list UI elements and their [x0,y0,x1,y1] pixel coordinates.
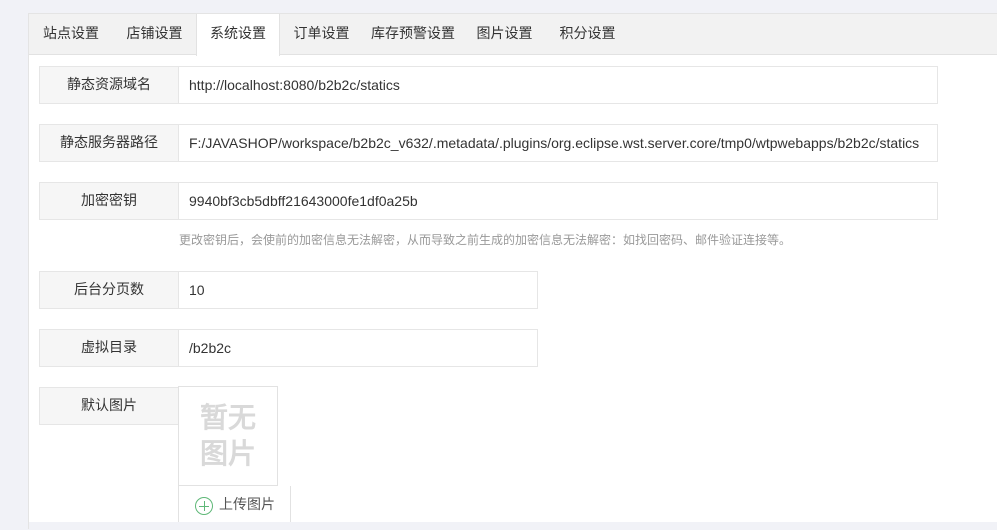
page-size-label: 后台分页数 [39,271,179,309]
default-image-row: 默认图片 [39,387,179,425]
virtual-dir-input[interactable] [178,329,538,367]
tab-points-settings[interactable]: 积分设置 [546,14,629,55]
placeholder-text-line-2: 图片 [200,437,256,470]
default-image-label: 默认图片 [39,387,179,425]
tab-shop-settings[interactable]: 店铺设置 [113,14,196,55]
secret-key-label: 加密密钥 [39,182,179,220]
static-domain-label: 静态资源域名 [39,66,179,104]
secret-key-input[interactable] [178,182,938,220]
static-path-input[interactable] [178,124,938,162]
secret-key-hint: 更改密钥后，会使前的加密信息无法解密，从而导致之前生成的加密信息无法解密：如找回… [179,233,792,247]
static-domain-input[interactable] [178,66,938,104]
page-size-row: 后台分页数 [39,271,539,309]
tab-image-settings[interactable]: 图片设置 [463,14,546,55]
upload-image-label: 上传图片 [219,497,275,513]
virtual-dir-row: 虚拟目录 [39,329,539,367]
static-domain-row: 静态资源域名 [39,66,939,104]
default-image-preview: 暂无 图片 [178,386,278,486]
tab-site-settings[interactable]: 站点设置 [29,14,113,55]
secret-key-row: 加密密钥 [39,182,939,220]
tab-order-settings[interactable]: 订单设置 [280,14,363,55]
tab-stock-warning-settings[interactable]: 库存预警设置 [363,14,463,55]
tab-system-settings[interactable]: 系统设置 [196,14,280,56]
virtual-dir-label: 虚拟目录 [39,329,179,367]
page-size-input[interactable] [178,271,538,309]
settings-panel: 站点设置 店铺设置 系统设置 订单设置 库存预警设置 图片设置 积分设置 静态资… [28,13,997,530]
upload-image-button[interactable]: 上传图片 [178,486,291,524]
static-path-row: 静态服务器路径 [39,124,939,162]
plus-circle-icon [195,497,213,515]
no-image-placeholder: 暂无 图片 [200,401,256,470]
static-path-label: 静态服务器路径 [39,124,179,162]
placeholder-text-line-1: 暂无 [200,401,256,434]
settings-tabs: 站点设置 店铺设置 系统设置 订单设置 库存预警设置 图片设置 积分设置 [29,14,997,56]
